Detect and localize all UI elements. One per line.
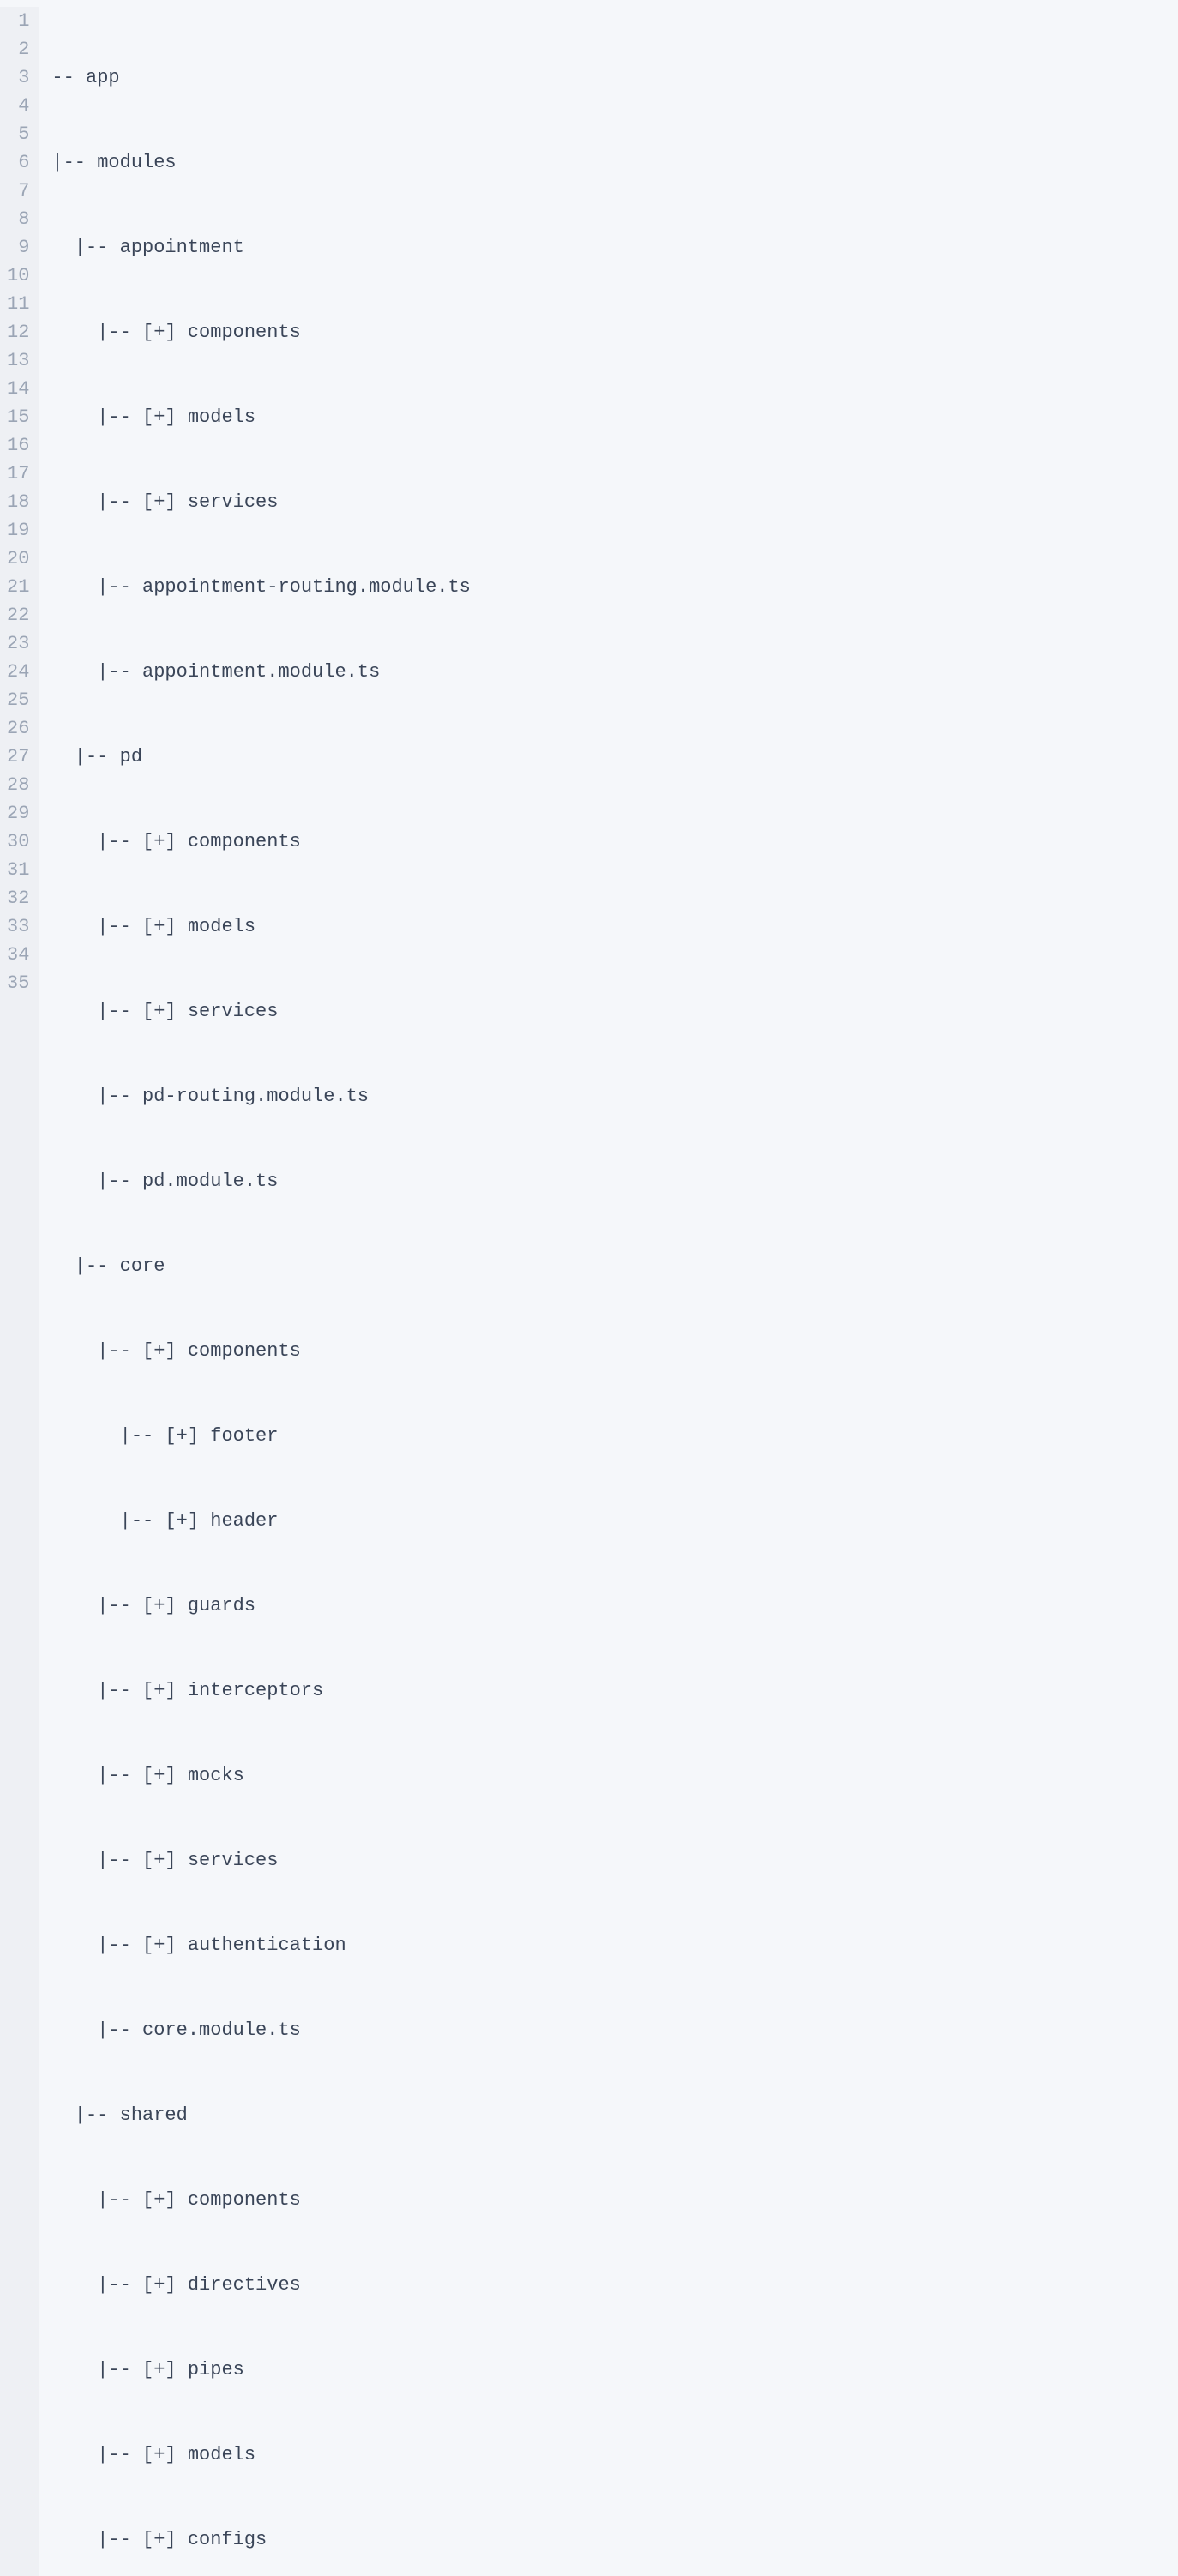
line-number: 20 bbox=[7, 545, 29, 573]
code-line: |-- [+] models bbox=[51, 2441, 1178, 2469]
line-number: 4 bbox=[7, 92, 29, 120]
line-number: 7 bbox=[7, 177, 29, 205]
line-number: 11 bbox=[7, 290, 29, 318]
line-number: 13 bbox=[7, 346, 29, 375]
code-line: |-- [+] models bbox=[51, 912, 1178, 941]
line-number: 19 bbox=[7, 516, 29, 545]
code-block: 1 2 3 4 5 6 7 8 9 10 11 12 13 14 15 16 1… bbox=[0, 0, 1178, 2576]
code-line: |-- pd bbox=[51, 743, 1178, 771]
code-line: |-- [+] configs bbox=[51, 2525, 1178, 2554]
line-number: 27 bbox=[7, 743, 29, 771]
line-number: 21 bbox=[7, 573, 29, 601]
line-number: 24 bbox=[7, 658, 29, 686]
line-number: 33 bbox=[7, 912, 29, 941]
line-number: 6 bbox=[7, 148, 29, 177]
code-line: |-- [+] footer bbox=[51, 1422, 1178, 1450]
line-number: 9 bbox=[7, 233, 29, 262]
code-line: |-- pd-routing.module.ts bbox=[51, 1082, 1178, 1110]
code-line: |-- appointment bbox=[51, 233, 1178, 262]
code-line: -- app bbox=[51, 63, 1178, 92]
code-line: |-- [+] directives bbox=[51, 2271, 1178, 2299]
code-line: |-- [+] components bbox=[51, 2186, 1178, 2214]
code-line: |-- [+] components bbox=[51, 828, 1178, 856]
code-line: |-- pd.module.ts bbox=[51, 1167, 1178, 1195]
line-number: 31 bbox=[7, 856, 29, 884]
code-line: |-- [+] header bbox=[51, 1507, 1178, 1535]
code-line: |-- [+] services bbox=[51, 488, 1178, 516]
code-line: |-- [+] mocks bbox=[51, 1761, 1178, 1790]
code-line: |-- [+] guards bbox=[51, 1592, 1178, 1620]
code-line: |-- [+] pipes bbox=[51, 2356, 1178, 2384]
line-number: 28 bbox=[7, 771, 29, 799]
code-line: |-- appointment.module.ts bbox=[51, 658, 1178, 686]
code-line: |-- core bbox=[51, 1252, 1178, 1280]
line-number: 23 bbox=[7, 629, 29, 658]
code-line: |-- [+] services bbox=[51, 997, 1178, 1026]
line-number: 32 bbox=[7, 884, 29, 912]
line-number: 30 bbox=[7, 828, 29, 856]
code-line: |-- [+] models bbox=[51, 403, 1178, 431]
code-content: -- app |-- modules |-- appointment |-- [… bbox=[39, 7, 1178, 2576]
code-line: |-- [+] components bbox=[51, 1337, 1178, 1365]
line-number: 34 bbox=[7, 941, 29, 969]
line-number: 18 bbox=[7, 488, 29, 516]
code-line: |-- [+] components bbox=[51, 318, 1178, 346]
line-number: 8 bbox=[7, 205, 29, 233]
code-line: |-- [+] interceptors bbox=[51, 1676, 1178, 1705]
line-number: 25 bbox=[7, 686, 29, 714]
line-number: 3 bbox=[7, 63, 29, 92]
line-number-gutter: 1 2 3 4 5 6 7 8 9 10 11 12 13 14 15 16 1… bbox=[0, 7, 39, 2576]
line-number: 1 bbox=[7, 7, 29, 35]
code-line: |-- modules bbox=[51, 148, 1178, 177]
line-number: 10 bbox=[7, 262, 29, 290]
line-number: 2 bbox=[7, 35, 29, 63]
code-line: |-- core.module.ts bbox=[51, 2016, 1178, 2044]
code-line: |-- appointment-routing.module.ts bbox=[51, 573, 1178, 601]
line-number: 26 bbox=[7, 714, 29, 743]
line-number: 29 bbox=[7, 799, 29, 828]
line-number: 17 bbox=[7, 460, 29, 488]
line-number: 16 bbox=[7, 431, 29, 460]
line-number: 5 bbox=[7, 120, 29, 148]
code-line: |-- shared bbox=[51, 2101, 1178, 2129]
line-number: 35 bbox=[7, 969, 29, 997]
code-line: |-- [+] authentication bbox=[51, 1931, 1178, 1959]
line-number: 14 bbox=[7, 375, 29, 403]
code-line: |-- [+] services bbox=[51, 1846, 1178, 1875]
line-number: 12 bbox=[7, 318, 29, 346]
line-number: 22 bbox=[7, 601, 29, 629]
line-number: 15 bbox=[7, 403, 29, 431]
